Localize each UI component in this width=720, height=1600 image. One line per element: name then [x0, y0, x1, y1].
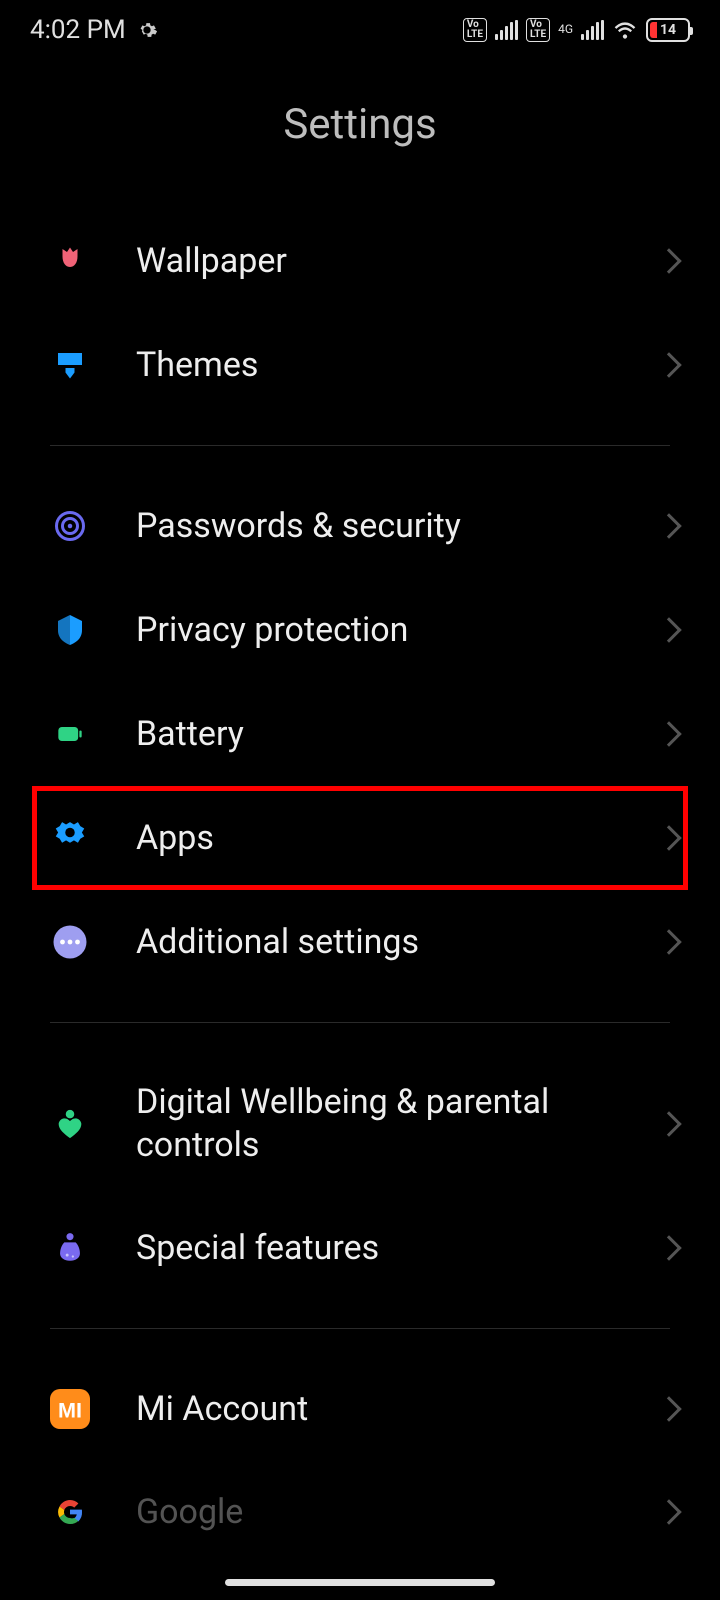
settings-item-google[interactable]: Google — [0, 1461, 720, 1534]
chevron-right-icon — [656, 825, 681, 850]
chevron-right-icon — [656, 352, 681, 377]
chevron-right-icon — [656, 1396, 681, 1421]
settings-item-miaccount[interactable]: MI Mi Account — [0, 1357, 720, 1461]
status-left: 4:02 PM — [30, 15, 158, 45]
chevron-right-icon — [656, 1500, 681, 1525]
battery-icon: 14 — [646, 18, 690, 42]
chevron-right-icon — [656, 1111, 681, 1136]
settings-item-label: Digital Wellbeing & parental controls — [136, 1081, 660, 1166]
status-right: VoLTE VoLTE 4G 14 — [463, 17, 690, 43]
settings-item-label: Wallpaper — [136, 240, 660, 283]
settings-item-themes[interactable]: Themes — [0, 313, 720, 417]
network-label: 4G — [558, 23, 573, 35]
settings-item-apps[interactable]: Apps — [32, 786, 688, 890]
settings-item-label: Passwords & security — [136, 505, 660, 548]
settings-item-special[interactable]: Special features — [0, 1196, 720, 1300]
chevron-right-icon — [656, 721, 681, 746]
chevron-right-icon — [656, 513, 681, 538]
heart-person-icon — [50, 1104, 90, 1144]
settings-item-label: Apps — [136, 817, 660, 860]
settings-item-battery[interactable]: Battery — [0, 682, 720, 786]
gear-icon — [136, 19, 158, 41]
settings-item-additional[interactable]: Additional settings — [0, 890, 720, 994]
settings-list: Wallpaper Themes Passwords & security Pr… — [0, 209, 720, 1534]
shield-icon — [50, 610, 90, 650]
chevron-right-icon — [656, 617, 681, 642]
settings-item-privacy[interactable]: Privacy protection — [0, 578, 720, 682]
status-time: 4:02 PM — [30, 15, 126, 45]
settings-item-label: Privacy protection — [136, 609, 660, 652]
brush-icon — [50, 345, 90, 385]
settings-item-label: Themes — [136, 344, 660, 387]
settings-item-wellbeing[interactable]: Digital Wellbeing & parental controls — [0, 1051, 720, 1196]
battery-icon — [50, 714, 90, 754]
chevron-right-icon — [656, 929, 681, 954]
volte-icon: VoLTE — [463, 18, 487, 42]
settings-item-wallpaper[interactable]: Wallpaper — [0, 209, 720, 313]
network-indicator: 4G — [558, 23, 573, 37]
settings-item-passwords[interactable]: Passwords & security — [0, 474, 720, 578]
settings-item-label: Additional settings — [136, 921, 660, 964]
mi-logo-icon: MI — [50, 1389, 90, 1429]
page-title: Settings — [0, 60, 720, 209]
divider — [50, 1022, 670, 1023]
home-indicator[interactable] — [225, 1579, 495, 1586]
google-icon — [50, 1492, 90, 1532]
fingerprint-icon — [50, 506, 90, 546]
divider — [50, 445, 670, 446]
chevron-right-icon — [656, 1235, 681, 1260]
dots-icon — [50, 922, 90, 962]
divider — [50, 1328, 670, 1329]
volte-icon: VoLTE — [526, 18, 550, 42]
settings-item-label: Google — [136, 1491, 660, 1534]
status-bar: 4:02 PM VoLTE VoLTE 4G 14 — [0, 0, 720, 60]
tulip-icon — [50, 241, 90, 281]
battery-level: 14 — [660, 22, 676, 38]
settings-item-label: Special features — [136, 1227, 660, 1270]
svg-text:MI: MI — [58, 1397, 82, 1422]
gear-icon — [50, 818, 90, 858]
wifi-icon — [612, 17, 638, 43]
chevron-right-icon — [656, 248, 681, 273]
signal-icon — [581, 20, 604, 40]
settings-item-label: Mi Account — [136, 1388, 660, 1431]
signal-icon — [495, 20, 518, 40]
flask-icon — [50, 1228, 90, 1268]
settings-item-label: Battery — [136, 713, 660, 756]
